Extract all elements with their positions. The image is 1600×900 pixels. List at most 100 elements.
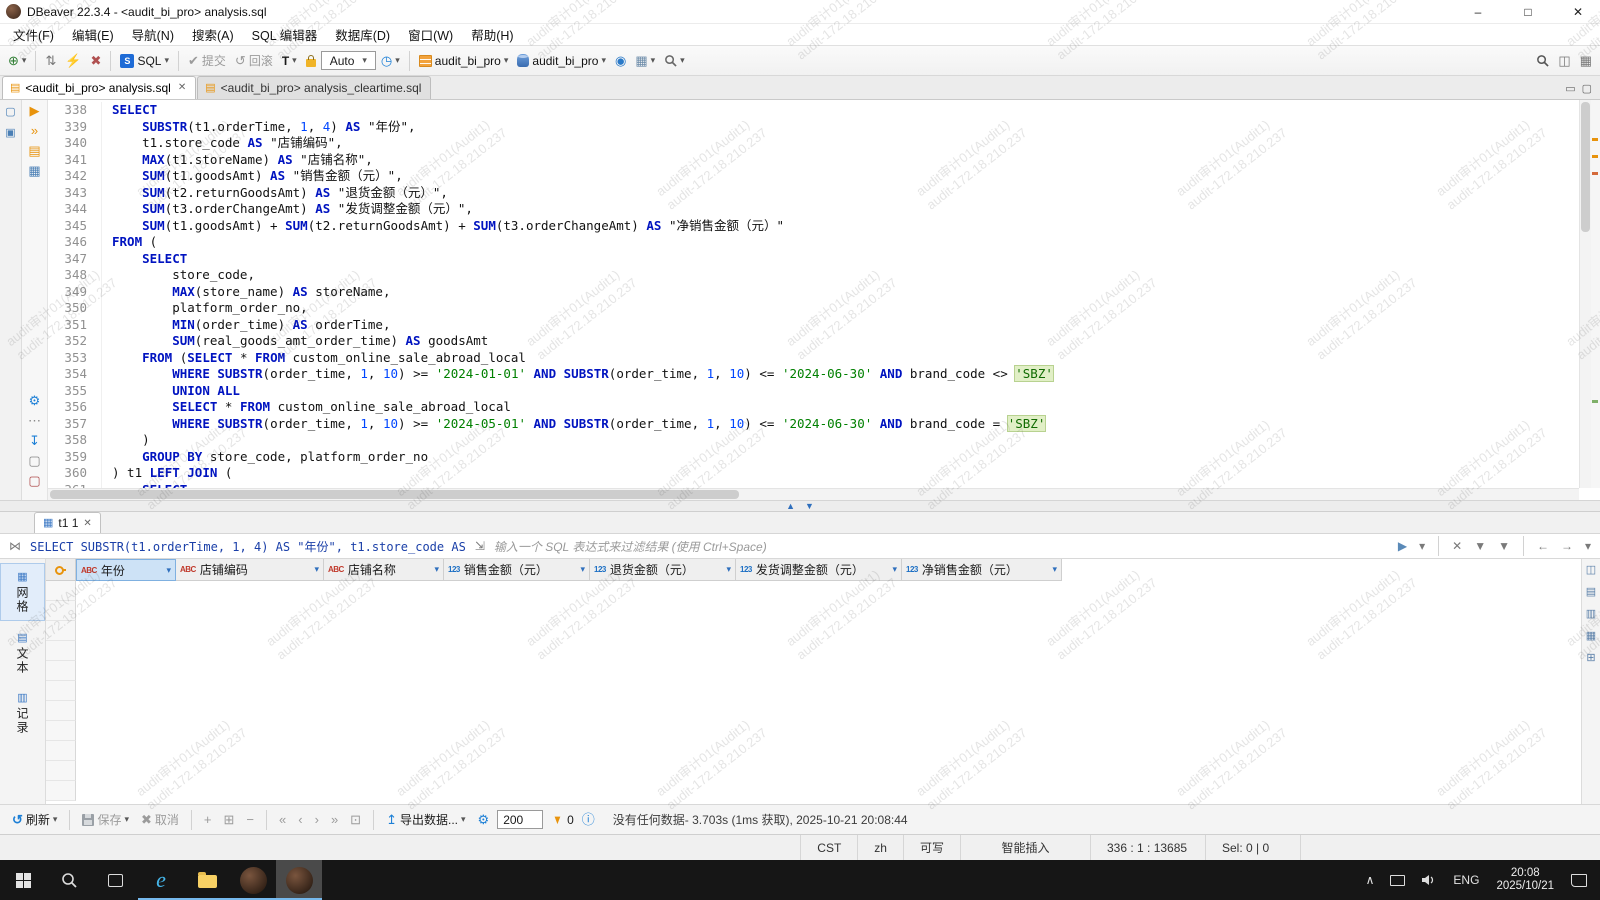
column-sort-icon[interactable]: ▾ xyxy=(726,564,731,575)
schema-context-button[interactable]: ◉ xyxy=(611,51,630,70)
row-header[interactable] xyxy=(46,621,76,641)
grid-settings-button[interactable]: ⚙ xyxy=(474,811,494,828)
results-tab-t1[interactable]: ▦ t1 1 ✕ xyxy=(34,512,101,533)
projects-restore-icon[interactable]: ▣ xyxy=(5,127,15,140)
export-data-button[interactable]: ↥ 导出数据... ▾ xyxy=(382,809,469,830)
database-combo[interactable]: audit_bi_pro ▾ xyxy=(513,51,610,71)
open-perspective-button[interactable]: ◫ xyxy=(1554,51,1574,70)
rollback-button[interactable]: ↺ 回滚 xyxy=(231,49,277,72)
scrollbar-thumb[interactable] xyxy=(1581,102,1590,232)
splitter-down-icon[interactable]: ▼ xyxy=(805,500,814,513)
history-back-icon[interactable]: ← xyxy=(1534,538,1552,554)
next-row-button[interactable]: › xyxy=(311,811,323,828)
app-button-2[interactable] xyxy=(276,860,322,900)
dashboard-button[interactable]: ▦ ▾ xyxy=(631,51,659,70)
save-button[interactable]: 保存 ▾ xyxy=(78,809,133,830)
column-sort-icon[interactable]: ▾ xyxy=(166,565,171,576)
fetch-size-input[interactable]: 200 xyxy=(497,810,543,829)
result-view-tab-text[interactable]: ▤文本 xyxy=(0,625,45,681)
volume-tray-button[interactable] xyxy=(1414,860,1444,900)
task-view-button[interactable] xyxy=(92,860,138,900)
maximize-editor-icon[interactable]: ▢ xyxy=(1582,82,1592,95)
menu-item[interactable]: 导航(N) xyxy=(123,23,183,46)
write-mode-indicator[interactable]: 可写 xyxy=(903,835,960,860)
references-panel-icon[interactable]: ⊞ xyxy=(1586,652,1595,665)
settings-gear-icon[interactable]: ⚙ xyxy=(29,394,41,407)
expand-filter-icon[interactable]: ⇲ xyxy=(472,538,488,554)
column-sort-icon[interactable]: ▾ xyxy=(314,564,319,575)
result-view-tab-grid[interactable]: ▦网格 xyxy=(0,563,45,621)
explain-plan-icon[interactable]: ▦ xyxy=(28,164,40,177)
filter-input[interactable]: 输入一个 SQL 表达式来过滤结果 (使用 Ctrl+Space) xyxy=(494,538,1389,555)
notification-center-button[interactable] xyxy=(1564,860,1594,900)
data-search-button[interactable]: ▾ xyxy=(660,51,689,70)
editor-tab-analysis-cleartime[interactable]: ▤ <audit_bi_pro> analysis_cleartime.sql xyxy=(197,76,431,99)
taskbar-clock[interactable]: 20:08 2025/10/21 xyxy=(1488,867,1562,893)
new-sql-editor-button[interactable]: S SQL ▾ xyxy=(116,51,173,71)
value-viewer-panel-icon[interactable]: ▤ xyxy=(1586,586,1596,599)
disconnect-button[interactable]: ✖ xyxy=(87,51,106,70)
close-button[interactable]: ✕ xyxy=(1556,0,1600,24)
new-connection-button[interactable]: ⊕ ▾ xyxy=(4,51,30,70)
load-script-icon[interactable]: ↧ xyxy=(29,434,40,447)
connection-combo[interactable]: audit_bi_pro ▾ xyxy=(415,51,513,71)
close-icon[interactable]: ✕ xyxy=(83,518,91,529)
row-header[interactable] xyxy=(46,701,76,721)
row-header[interactable] xyxy=(46,661,76,681)
editor-results-splitter[interactable]: ▲ ▼ xyxy=(0,500,1600,512)
internet-explorer-button[interactable]: e xyxy=(138,860,184,900)
row-header[interactable] xyxy=(46,781,76,801)
prev-row-button[interactable]: ‹ xyxy=(294,811,306,828)
app-button-1[interactable] xyxy=(230,860,276,900)
editor-horizontal-scrollbar[interactable] xyxy=(48,488,1579,500)
row-header[interactable] xyxy=(46,641,76,661)
column-header[interactable]: 123净销售金额（元）▾ xyxy=(902,559,1062,581)
metadata-panel-icon[interactable]: ▦ xyxy=(1586,630,1596,643)
panel-maximize-icon[interactable]: ◫ xyxy=(1586,564,1596,577)
reconnect-button[interactable]: ⚡ xyxy=(61,51,85,70)
database-navigator-restore-icon[interactable]: ▢ xyxy=(5,106,15,119)
column-header[interactable]: ABC店铺编码▾ xyxy=(176,559,324,581)
column-header[interactable]: 123销售金额（元）▾ xyxy=(444,559,590,581)
save-filter-icon[interactable]: ▼ xyxy=(1471,538,1489,554)
menu-item[interactable]: 窗口(W) xyxy=(399,23,462,46)
result-grid[interactable]: ABC年份▾ABC店铺编码▾ABC店铺名称▾123销售金额（元）▾123退货金额… xyxy=(46,559,1581,804)
column-sort-icon[interactable]: ▾ xyxy=(580,564,585,575)
execute-statement-icon[interactable]: ▶ xyxy=(30,104,40,117)
close-icon[interactable]: ✕ xyxy=(178,82,186,93)
editor-tab-analysis[interactable]: ▤ <audit_bi_pro> analysis.sql ✕ xyxy=(2,76,196,99)
start-button[interactable] xyxy=(0,860,46,900)
clear-filter-icon[interactable]: ✕ xyxy=(1449,538,1465,554)
display-tray-button[interactable] xyxy=(1383,860,1412,900)
editor-vertical-scrollbar[interactable] xyxy=(1579,100,1591,488)
row-header[interactable] xyxy=(46,741,76,761)
script-doc-icon[interactable]: ▢ xyxy=(28,454,40,467)
column-header[interactable]: ABC店铺名称▾ xyxy=(324,559,444,581)
more-actions-icon[interactable]: ⋯ xyxy=(28,414,41,427)
refresh-button[interactable]: ↺ 刷新 ▾ xyxy=(8,809,61,830)
lock-button[interactable] xyxy=(302,52,320,70)
column-sort-icon[interactable]: ▾ xyxy=(892,564,897,575)
grid-empty-area[interactable] xyxy=(76,581,1581,801)
row-header[interactable] xyxy=(46,721,76,741)
execute-script-icon[interactable]: » xyxy=(31,124,38,137)
delete-row-button[interactable]: − xyxy=(242,811,258,828)
taskbar-search-button[interactable] xyxy=(46,860,92,900)
menu-item[interactable]: 文件(F) xyxy=(4,23,63,46)
menu-item[interactable]: 搜索(A) xyxy=(183,23,243,46)
column-sort-icon[interactable]: ▾ xyxy=(434,564,439,575)
chevron-down-icon[interactable]: ▾ xyxy=(1582,538,1594,554)
file-explorer-button[interactable] xyxy=(184,860,230,900)
execute-new-tab-icon[interactable]: ▤ xyxy=(28,144,40,157)
row-header[interactable] xyxy=(46,761,76,781)
cancel-button[interactable]: ✖ 取消 xyxy=(137,809,183,830)
input-language-button[interactable]: ENG xyxy=(1446,860,1486,900)
custom-filter-icon[interactable]: ▼ xyxy=(1495,538,1513,554)
chevron-down-icon[interactable]: ▾ xyxy=(1416,538,1428,554)
maximize-button[interactable]: □ xyxy=(1506,0,1550,24)
transaction-mode-button[interactable]: T ▾ xyxy=(278,51,301,71)
commit-mode-combo[interactable]: Auto ▾ xyxy=(321,51,376,70)
focus-row-button[interactable]: ⊡ xyxy=(346,811,365,828)
menu-item[interactable]: SQL 编辑器 xyxy=(243,23,327,46)
column-header[interactable]: 123退货金额（元）▾ xyxy=(590,559,736,581)
